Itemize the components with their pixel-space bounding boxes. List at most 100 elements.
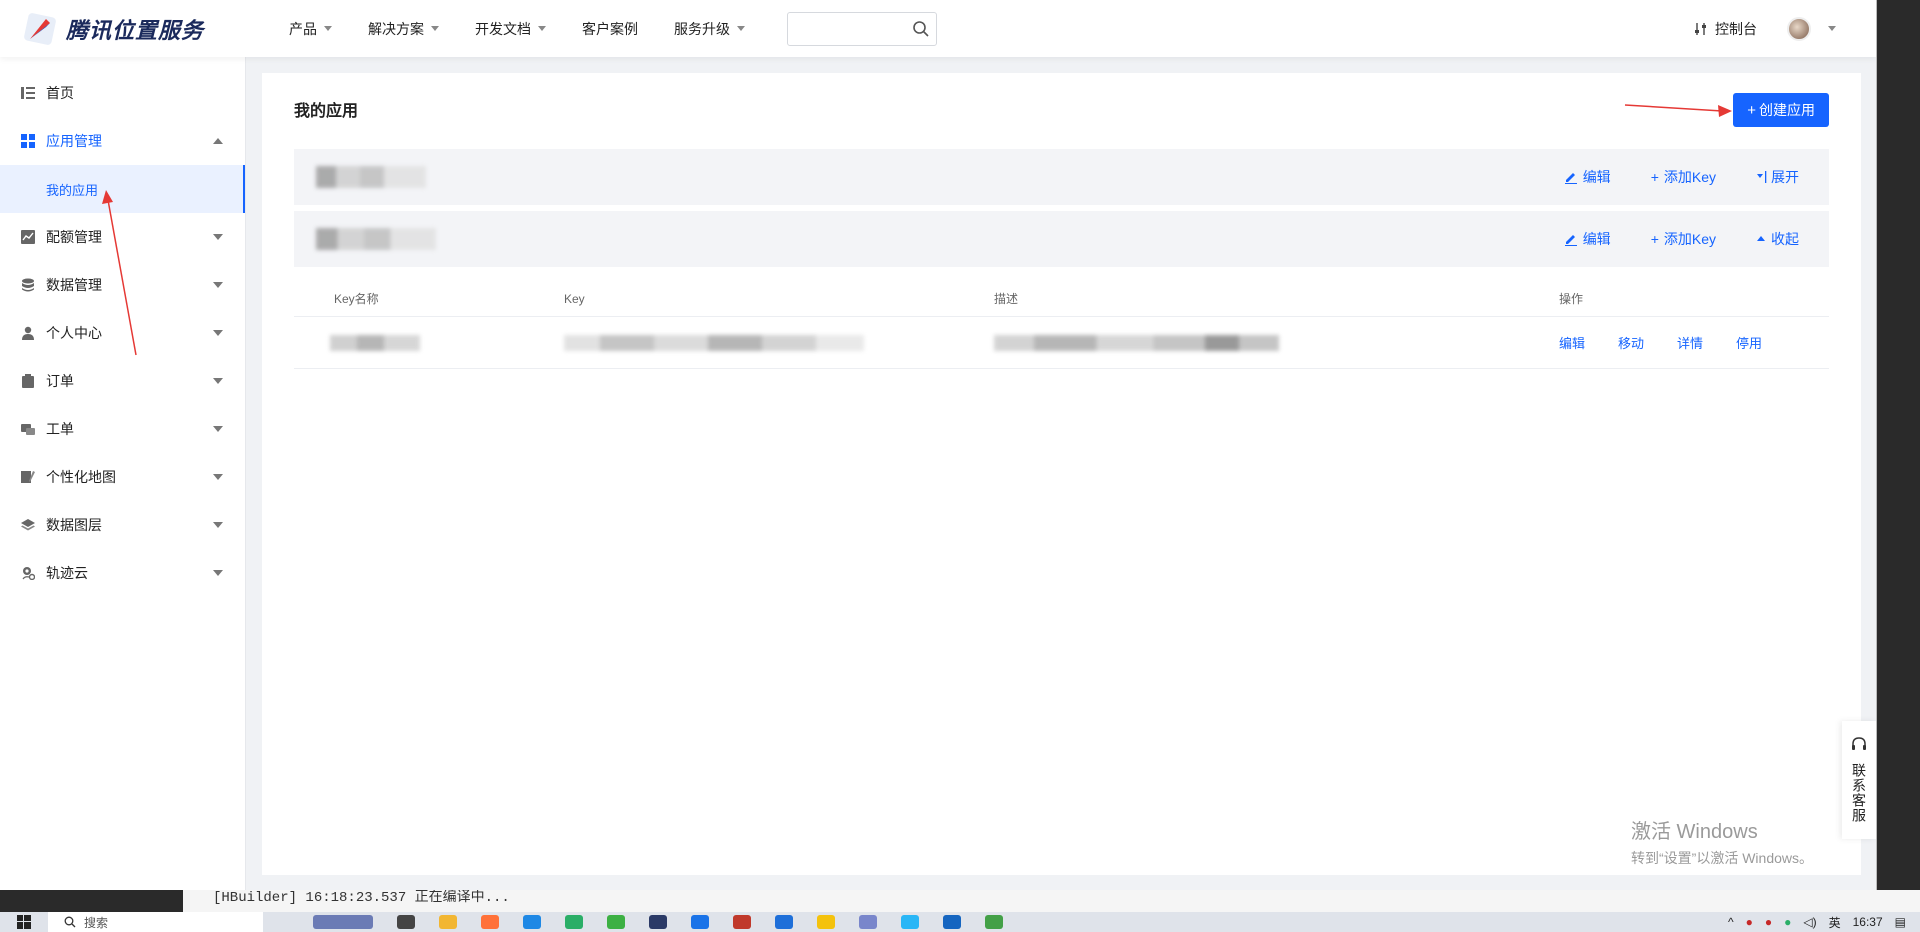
- sidebar-item-label: 轨迹云: [46, 565, 88, 581]
- app-row-actions: 编辑 + 添加Key 收起: [1524, 229, 1799, 249]
- tray-chevron-icon[interactable]: ^: [1728, 915, 1734, 929]
- sidebar-subitem-label: 我的应用: [46, 182, 99, 198]
- sidebar-item-orders[interactable]: 订单: [0, 357, 245, 405]
- sidebar-item-app-management[interactable]: 应用管理: [0, 117, 245, 165]
- start-button[interactable]: [0, 912, 48, 932]
- search-icon[interactable]: [912, 20, 930, 38]
- edit-app-button[interactable]: 编辑: [1564, 229, 1611, 249]
- sidebar-item-track-cloud[interactable]: 轨迹云: [0, 549, 245, 597]
- logo[interactable]: 腾讯位置服务: [24, 12, 259, 45]
- sidebar-item-data-layers[interactable]: 数据图层: [0, 501, 245, 549]
- edge-icon[interactable]: [523, 915, 541, 929]
- sidebar-item-home[interactable]: 首页: [0, 69, 245, 117]
- avatar[interactable]: [1787, 16, 1811, 41]
- top-header: 腾讯位置服务 产品 解决方案 开发文档 客户案例 服务升级 控制台: [0, 0, 1876, 57]
- database-icon: [20, 277, 36, 293]
- firefox-icon[interactable]: [481, 915, 499, 929]
- qq-icon[interactable]: ●: [1746, 915, 1753, 929]
- console-link[interactable]: 控制台: [1693, 19, 1757, 39]
- redacted-value: [564, 334, 864, 351]
- move-key-link[interactable]: 移动: [1618, 333, 1644, 352]
- sidebar: 首页 应用管理 我的应用 配额管理 数据管理 个人中心 订单 工单 个性化地图 …: [0, 57, 246, 890]
- plus-icon: +: [1650, 169, 1659, 185]
- edit-key-link[interactable]: 编辑: [1559, 333, 1585, 352]
- qq-icon[interactable]: ●: [1765, 915, 1772, 929]
- taskbar-search-label: 搜索: [84, 915, 109, 930]
- taskbar-search[interactable]: 搜索: [48, 912, 263, 932]
- caret-down-icon: [737, 26, 745, 31]
- user-icon: [20, 325, 36, 341]
- chevron-down-icon: [213, 330, 223, 336]
- app-icon[interactable]: [313, 915, 373, 929]
- edit-app-button[interactable]: 编辑: [1564, 167, 1611, 187]
- sidebar-item-quota[interactable]: 配额管理: [0, 213, 245, 261]
- notification-icon[interactable]: ▤: [1895, 915, 1906, 929]
- app-icon[interactable]: [985, 915, 1003, 929]
- nav-cases[interactable]: 客户案例: [582, 19, 638, 39]
- add-key-label: 添加Key: [1663, 169, 1716, 185]
- chevron-down-icon: [213, 474, 223, 480]
- contact-support-button[interactable]: 联系客服: [1842, 721, 1876, 839]
- sidebar-item-label: 工单: [46, 421, 74, 437]
- collapse-button[interactable]: 收起: [1756, 229, 1799, 249]
- clock[interactable]: 16:37: [1853, 915, 1883, 929]
- search-input[interactable]: [788, 12, 912, 45]
- add-key-label: 添加Key: [1663, 231, 1716, 247]
- volume-icon[interactable]: ◁): [1803, 915, 1816, 929]
- redacted-value: [994, 334, 1279, 351]
- edit-icon: [1564, 235, 1577, 246]
- collapse-label: 收起: [1771, 231, 1799, 247]
- add-key-button[interactable]: + 添加Key: [1651, 167, 1716, 187]
- details-key-link[interactable]: 详情: [1677, 333, 1703, 352]
- caret-down-icon[interactable]: [1828, 26, 1836, 31]
- p-app-icon[interactable]: [775, 915, 793, 929]
- chevron-down-icon: [213, 378, 223, 384]
- sidebar-item-label: 个人中心: [46, 325, 102, 341]
- sidebar-item-label: 个性化地图: [46, 469, 116, 485]
- wechat-tray-icon[interactable]: ●: [1784, 915, 1791, 929]
- clipboard-icon: [20, 373, 36, 389]
- main-nav: 产品 解决方案 开发文档 客户案例 服务升级: [289, 19, 781, 39]
- app-name-redacted: [316, 228, 436, 250]
- system-tray: ^ ● ● ● ◁) 英 16:37 ▤: [1716, 914, 1906, 931]
- nav-label: 产品: [289, 20, 317, 37]
- sidebar-item-profile[interactable]: 个人中心: [0, 309, 245, 357]
- nav-products[interactable]: 产品: [289, 19, 332, 39]
- sidebar-item-custom-map[interactable]: 个性化地图: [0, 453, 245, 501]
- nav-solutions[interactable]: 解决方案: [368, 19, 439, 39]
- app-icon[interactable]: [649, 915, 667, 929]
- sidebar-item-data[interactable]: 数据管理: [0, 261, 245, 309]
- ime-indicator[interactable]: 英: [1829, 914, 1841, 931]
- sidebar-item-tickets[interactable]: 工单: [0, 405, 245, 453]
- watermark-line-1: 激活 Windows: [1631, 821, 1758, 843]
- hbuilder-icon[interactable]: [607, 915, 625, 929]
- caret-up-icon: [1757, 236, 1765, 241]
- create-app-button[interactable]: + 创建应用: [1733, 93, 1829, 127]
- wechat-icon[interactable]: [565, 915, 583, 929]
- add-key-button[interactable]: + 添加Key: [1651, 229, 1716, 249]
- app-icon[interactable]: [859, 915, 877, 929]
- browser-window: 腾讯位置服务 产品 解决方案 开发文档 客户案例 服务升级 控制台 首页 应用管…: [0, 0, 1877, 890]
- task-view-icon[interactable]: [397, 915, 415, 929]
- edit-label: 编辑: [1582, 169, 1611, 185]
- sidebar-item-label: 订单: [46, 373, 74, 389]
- chrome-icon[interactable]: [691, 915, 709, 929]
- sliders-icon: [1695, 22, 1706, 35]
- logo-text: 腾讯位置服务: [66, 17, 205, 43]
- expand-label: 展开: [1771, 169, 1799, 185]
- app-icon[interactable]: [901, 915, 919, 929]
- nav-upgrade[interactable]: 服务升级: [674, 19, 745, 39]
- app-icon[interactable]: [817, 915, 835, 929]
- sidebar-subitem-my-apps[interactable]: 我的应用: [0, 165, 245, 213]
- app-row-actions: 编辑 + 添加Key 展开: [1524, 167, 1799, 187]
- disable-key-link[interactable]: 停用: [1736, 333, 1762, 352]
- key-name-cell: [294, 334, 564, 351]
- app-icon[interactable]: [733, 915, 751, 929]
- folder-icon[interactable]: [439, 915, 457, 929]
- nav-docs[interactable]: 开发文档: [475, 19, 546, 39]
- table-row: 编辑 移动 详情 停用: [294, 317, 1829, 369]
- app-icon[interactable]: [943, 915, 961, 929]
- description-cell: [994, 334, 1559, 351]
- nav-label: 服务升级: [674, 20, 730, 37]
- expand-button[interactable]: 展开: [1756, 167, 1799, 187]
